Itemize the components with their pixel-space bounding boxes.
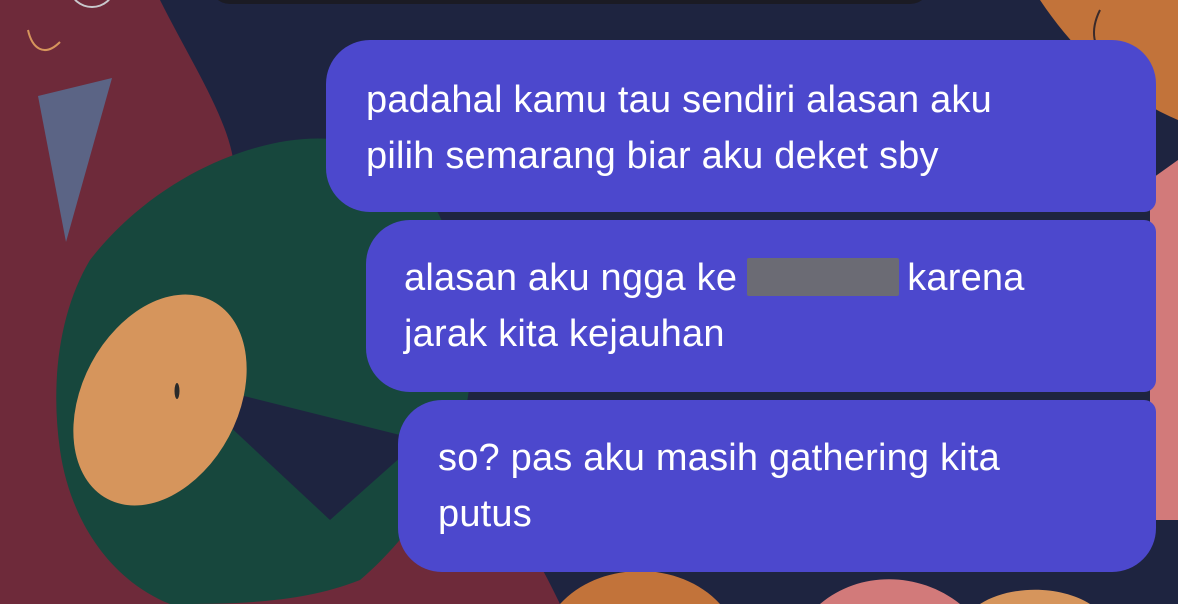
message-3-line-2: putus xyxy=(438,493,532,535)
message-1-line-2: pilih semarang biar aku deket sby xyxy=(366,135,939,177)
message-1-line-1: padahal kamu tau sendiri alasan aku xyxy=(366,79,992,121)
chat-thread: padahal kamu tau sendiri alasan aku pili… xyxy=(0,0,1178,604)
message-bubble-1[interactable]: padahal kamu tau sendiri alasan aku pili… xyxy=(326,40,1156,212)
message-2-text-before: alasan aku ngga ke xyxy=(404,257,738,299)
message-bubble-2[interactable]: alasan aku ngga ke karena jarak kita keja… xyxy=(366,220,1156,392)
redaction-bar xyxy=(747,258,900,296)
message-3-line-1: so? pas aku masih gathering kita xyxy=(438,437,1000,479)
message-2-line-1: alasan aku ngga ke karena xyxy=(404,250,1156,306)
message-2-text-after: karena xyxy=(907,257,1025,299)
message-2-line-2: jarak kita kejauhan xyxy=(404,313,725,355)
message-bubble-3[interactable]: so? pas aku masih gathering kita putus xyxy=(398,400,1156,572)
